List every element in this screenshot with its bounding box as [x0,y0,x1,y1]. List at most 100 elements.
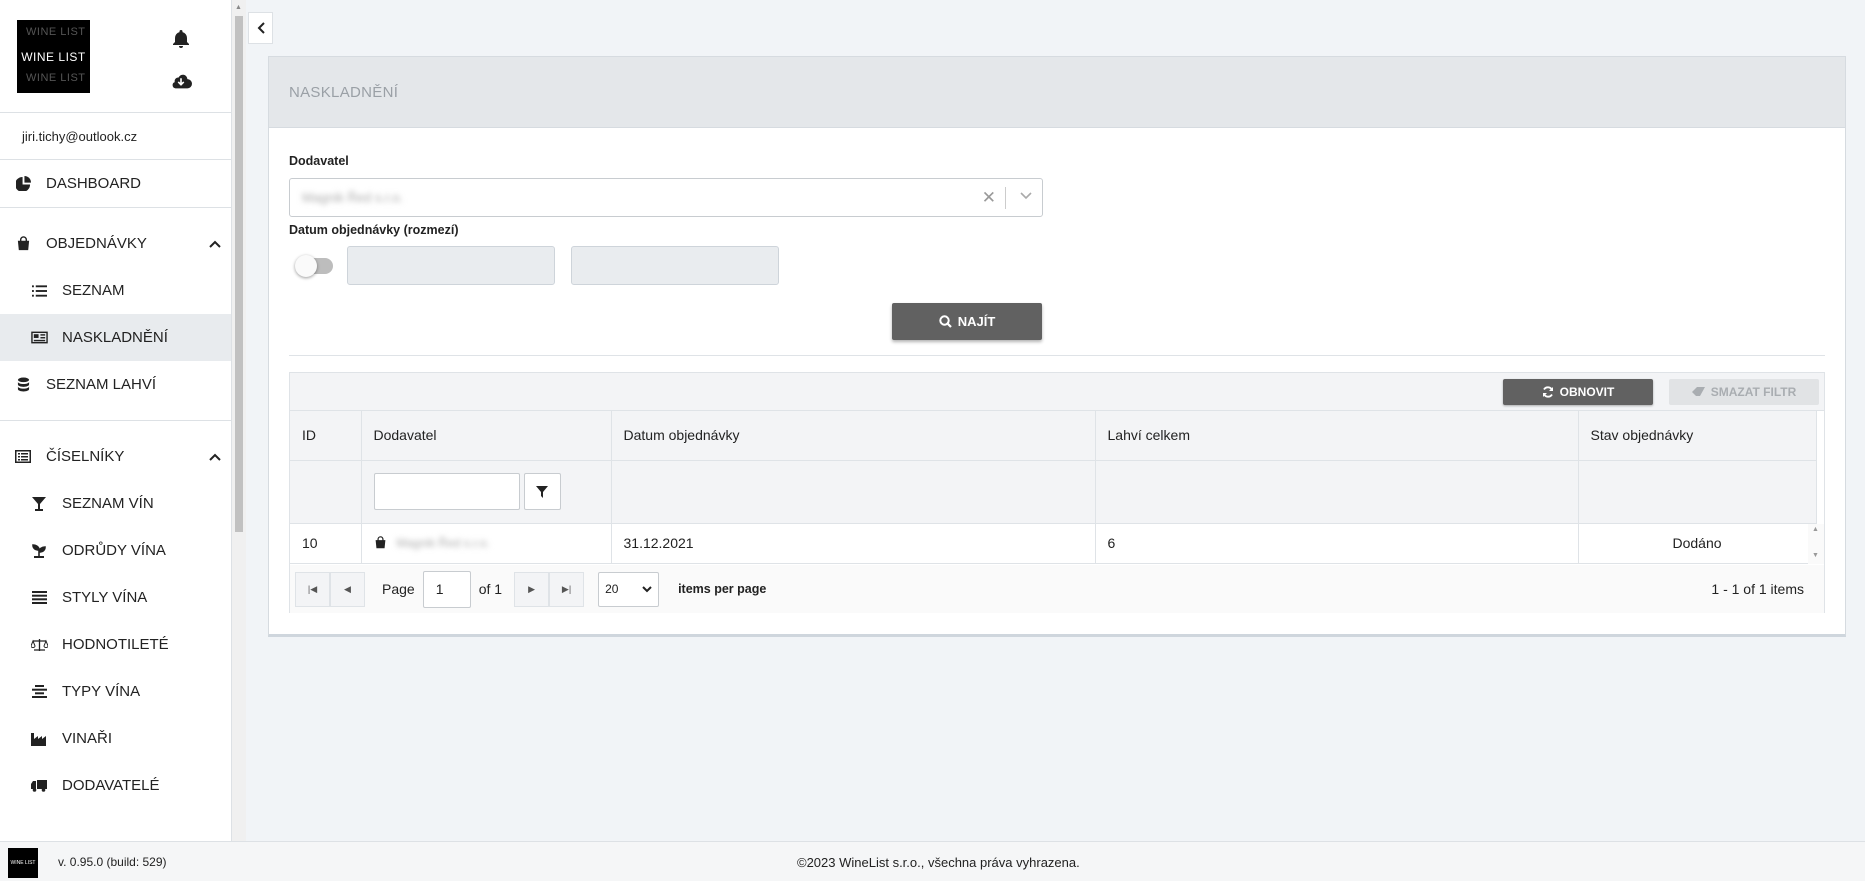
industry-icon [30,730,48,748]
nav-label: DODAVATELÉ [62,777,160,794]
search-icon [939,315,952,328]
supplier-label: Dodavatel [289,154,349,168]
app-version: v. 0.95.0 (build: 529) [58,855,167,869]
clear-filter-button[interactable]: SMAZAT FILTR [1669,379,1819,405]
refresh-icon [1542,386,1553,398]
per-page-select[interactable]: 20 [598,571,660,607]
nav-label: SEZNAM [62,282,125,299]
nav-label: ČÍSELNÍKY [46,448,125,465]
cloud-download-icon[interactable] [170,70,192,92]
newspaper-icon [30,329,48,347]
page-label: Page [382,581,415,597]
align-center-icon [30,683,48,701]
pie-chart-icon [14,175,32,193]
refresh-button[interactable]: OBNOVIT [1503,379,1653,405]
list-icon [30,282,48,300]
balance-scale-icon [30,636,48,654]
scrollbar-thumb[interactable] [235,16,243,532]
supplier-filter-input[interactable] [373,473,520,510]
prev-page-button[interactable]: ◀ [330,571,365,607]
date-range-toggle[interactable] [295,255,333,277]
footer-logo: WINE LIST [8,848,38,878]
column-header-date[interactable]: Datum objednávky [611,411,1096,461]
nav-seznam-lahvi[interactable]: SEZNAM LAHVÍ [0,361,231,408]
clear-icon[interactable]: ✕ [982,188,996,208]
nav-seznam[interactable]: SEZNAM [0,267,231,314]
sidebar-scrollbar[interactable]: ▲ [232,0,246,841]
last-page-button[interactable]: ▶| [549,571,585,607]
date-from-input[interactable] [347,246,555,285]
page-input[interactable]: 1 [422,570,471,608]
items-range: 1 - 1 of 1 items [1711,581,1804,597]
chevron-down-icon[interactable] [1020,187,1032,203]
grid-scrollbar[interactable]: ▲ ▼ [1808,524,1824,564]
cocktail-icon [30,495,48,513]
column-header-status[interactable]: Stav objednávky [1578,411,1817,461]
cell-supplier: Magnik Řed s.r.o. [396,536,490,551]
nav-vinari[interactable]: VINAŘI [0,715,231,762]
orders-grid: OBNOVIT SMAZAT FILTR ID Dodavatel Datum … [289,372,1825,613]
nav-typy-vina[interactable]: TYPY VÍNA [0,668,231,715]
column-header-bottles[interactable]: Lahví celkem [1095,411,1579,461]
nav-label: HODNOTILETÉ [62,636,169,653]
column-header-id[interactable]: ID [290,411,362,461]
nav-label: SEZNAM LAHVÍ [46,376,157,393]
refresh-button-label: OBNOVIT [1559,385,1615,399]
column-header-supplier[interactable]: Dodavatel [361,411,612,461]
page-total: of 1 [478,581,503,597]
seedling-icon [30,542,48,560]
shopping-bag-icon [374,535,387,552]
nav-dashboard[interactable]: DASHBOARD [0,160,231,207]
per-page-value: 20 [605,582,619,596]
nav-dodavatele[interactable]: DODAVATELÉ [0,762,231,809]
cell-date: 31.12.2021 [611,523,1096,564]
nav-label: VINAŘI [62,730,113,747]
find-button[interactable]: NAJÍT [892,303,1042,340]
page-title: NASKLADNĚNÍ [269,57,1845,128]
chevron-up-icon[interactable] [209,448,221,465]
cell-bottles: 6 [1095,523,1579,564]
nav-objednavky[interactable]: OBJEDNÁVKY [0,220,231,267]
nav-label: OBJEDNÁVKY [46,235,147,252]
first-page-button[interactable]: |◀ [295,571,330,607]
database-icon [14,376,32,394]
bell-icon[interactable] [170,28,192,50]
nav-seznam-vin[interactable]: SEZNAM VÍN [0,480,231,527]
filter-button[interactable] [523,473,561,510]
chevron-up-icon[interactable] [209,235,221,252]
next-page-button[interactable]: ▶ [514,571,550,607]
find-button-label: NAJÍT [957,314,996,329]
cell-status: Dodáno [1578,523,1817,564]
scroll-up-icon[interactable]: ▲ [235,4,242,11]
user-email: jiri.tichy@outlook.cz [0,113,231,160]
list-alt-icon [14,448,32,466]
nav-label: DASHBOARD [46,175,142,192]
nav-label: STYLY VÍNA [62,589,148,606]
table-row[interactable]: 10 Magnik Řed s.r.o. 31.12.2021 6 Dodáno [290,523,1817,564]
date-to-input[interactable] [571,246,779,285]
nav-odrudy-vina[interactable]: ODRŮDY VÍNA [0,527,231,574]
nav-styly-vina[interactable]: STYLY VÍNA [0,574,231,621]
clear-filter-label: SMAZAT FILTR [1710,385,1797,399]
orders-table: ID Dodavatel Datum objednávky Lahví celk… [290,411,1817,564]
pager: |◀ ◀ Page 1 of 1 ▶ ▶| 20 items per page … [290,565,1824,613]
nav-ciselniky[interactable]: ČÍSELNÍKY [0,433,231,480]
supplier-value: Magnik Řed s.r.o. [302,190,404,205]
nav-label: NASKLADNĚNÍ [62,329,168,346]
shopping-bag-icon [14,235,32,253]
truck-icon [30,777,48,795]
date-range-label: Datum objednávky (rozmezí) [289,223,459,237]
nav-hodnotilete[interactable]: HODNOTILETÉ [0,621,231,668]
nav-naskladneni[interactable]: NASKLADNĚNÍ [0,314,231,361]
sidebar: WINE LIST WINE LIST WINE LIST jiri.tichy… [0,0,232,841]
grid-toolbar: OBNOVIT SMAZAT FILTR [290,373,1824,411]
nav-label: ODRŮDY VÍNA [62,542,166,559]
nav-label: SEZNAM VÍN [62,495,154,512]
divider [289,355,1825,356]
copyright: ©2023 WineList s.r.o., všechna práva vyh… [797,855,1080,870]
cell-id: 10 [290,523,362,564]
main-card: NASKLADNĚNÍ Dodavatel Magnik Řed s.r.o. … [268,56,1846,637]
winelist-logo[interactable]: WINE LIST WINE LIST WINE LIST [17,20,90,93]
collapse-sidebar-button[interactable] [248,12,273,44]
supplier-select[interactable]: Magnik Řed s.r.o. ✕ [289,178,1043,217]
